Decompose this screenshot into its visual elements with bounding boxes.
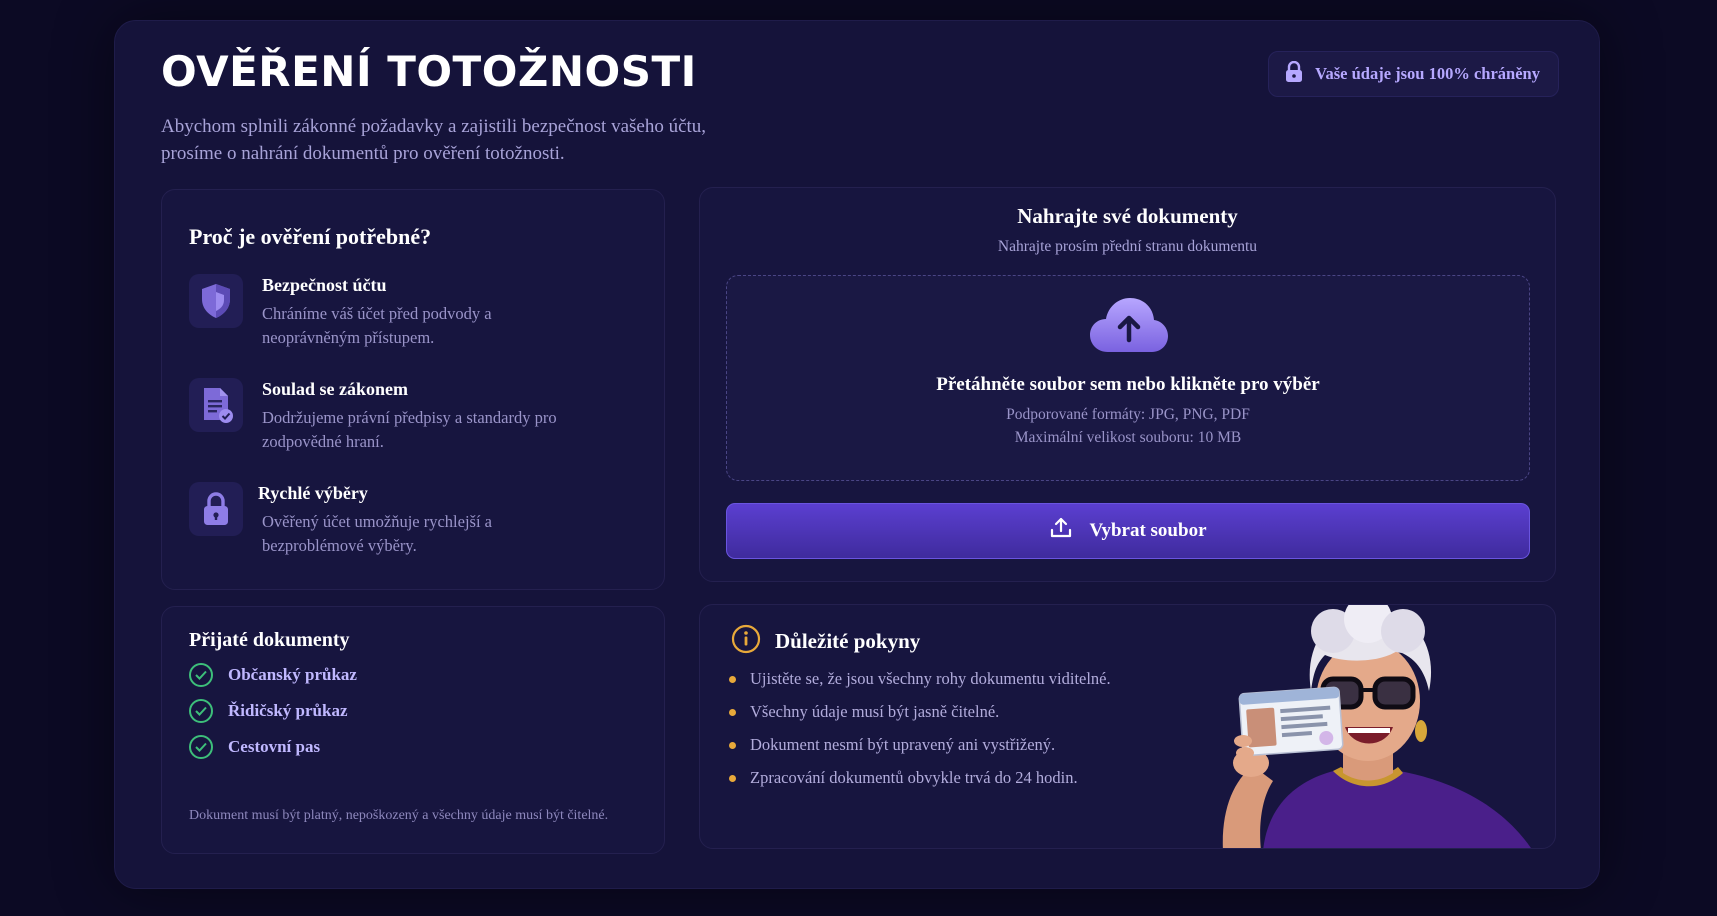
list-item: Zpracování dokumentů obvykle trvá do 24 … <box>729 768 1078 788</box>
list-item: Ujistěte se, že jsou všechny rohy dokume… <box>729 669 1111 689</box>
check-circle-icon <box>189 735 213 759</box>
choose-file-label: Vybrat soubor <box>1089 520 1207 541</box>
verification-panel: OVĚŘENÍ TOTOŽNOSTI Abychom splnili zákon… <box>114 20 1600 889</box>
feature-title: Rychlé výběry <box>258 483 368 503</box>
bullet-dot <box>729 708 736 716</box>
dropzone-instruction: Přetáhněte soubor sem nebo klikněte pro … <box>936 374 1320 395</box>
feature-fast-withdrawals: Rychlé výběry Ověřený účet umožňuje rych… <box>189 482 582 558</box>
bullet-dot <box>729 675 736 683</box>
lock-icon <box>1285 60 1303 88</box>
documents-heading: Přijaté dokumenty <box>189 629 350 651</box>
list-item: Občanský průkaz <box>189 663 357 687</box>
feature-title: Soulad se zákonem <box>262 379 409 399</box>
file-dropzone[interactable]: Přetáhněte soubor sem nebo klikněte pro … <box>726 275 1530 481</box>
feature-account-security: Bezpečnost účtu Chráníme váš účet před p… <box>189 274 582 350</box>
document-label: Cestovní pas <box>228 737 321 756</box>
feature-description: Ověřený účet umožňuje rychlejší a bezpro… <box>262 512 492 555</box>
check-circle-icon <box>189 699 213 723</box>
why-verification-card: Proč je ověření potřebné? Bezpečnost účt… <box>161 189 665 590</box>
max-file-size: Maximální velikost souboru: 10 MB <box>1014 429 1242 446</box>
documents-note: Dokument musí být platný, nepoškozený a … <box>189 808 609 823</box>
cloud-upload-icon <box>1088 294 1170 360</box>
guideline-text: Zpracování dokumentů obvykle trvá do 24 … <box>750 768 1078 787</box>
accepted-documents-card: Přijaté dokumenty Občanský průkaz Řidičs… <box>161 606 665 854</box>
guidelines-header: Důležité pokyny <box>731 624 920 658</box>
feature-description: Dodržujeme právní předpisy a standardy p… <box>262 408 557 451</box>
supported-formats: Podporované formáty: JPG, PNG, PDF <box>1006 406 1250 423</box>
lock-icon <box>189 482 243 536</box>
document-label: Řidičský průkaz <box>228 701 348 720</box>
bullet-dot <box>729 774 736 782</box>
info-icon <box>731 624 761 658</box>
guidelines-heading: Důležité pokyny <box>775 628 921 653</box>
feature-legal-compliance: Soulad se zákonem Dodržujeme právní před… <box>189 378 582 454</box>
list-item: Všechny údaje musí být jasně čitelné. <box>729 702 999 722</box>
choose-file-button[interactable]: Vybrat soubor <box>726 503 1530 559</box>
feature-title: Bezpečnost účtu <box>262 275 387 295</box>
shield-icon <box>189 274 243 328</box>
upload-card: Nahrajte své dokumenty Nahrajte prosím p… <box>699 187 1556 582</box>
upload-subheading: Nahrajte prosím přední stranu dokumentu <box>997 238 1258 255</box>
important-guidelines-card: Důležité pokyny Ujistěte se, že jsou vše… <box>699 604 1556 849</box>
list-item: Cestovní pas <box>189 735 320 759</box>
guideline-text: Všechny údaje musí být jasně čitelné. <box>750 702 1000 721</box>
bullet-dot <box>729 741 736 749</box>
document-check-icon <box>189 378 243 432</box>
page-subtitle: Abychom splnili zákonné požadavky a zaji… <box>161 116 707 164</box>
guideline-text: Ujistěte se, že jsou všechny rohy dokume… <box>750 669 1111 688</box>
upload-icon <box>1049 516 1073 546</box>
document-label: Občanský průkaz <box>228 665 357 684</box>
security-badge: Vaše údaje jsou 100% chráněny <box>1268 51 1559 97</box>
check-circle-icon <box>189 663 213 687</box>
guideline-text: Dokument nesmí být upravený ani vystřiže… <box>750 735 1056 754</box>
list-item: Dokument nesmí být upravený ani vystřiže… <box>729 735 1055 755</box>
feature-description: Chráníme váš účet před podvody a neopráv… <box>262 304 492 347</box>
security-badge-label: Vaše údaje jsou 100% chráněny <box>1315 64 1540 83</box>
page-title: OVĚŘENÍ TOTOŽNOSTI <box>161 47 697 96</box>
upload-heading: Nahrajte své dokumenty <box>1017 204 1238 228</box>
woman-holding-id-card-illustration <box>1193 605 1543 848</box>
why-heading: Proč je ověření potřebné? <box>189 224 432 249</box>
list-item: Řidičský průkaz <box>189 699 348 723</box>
